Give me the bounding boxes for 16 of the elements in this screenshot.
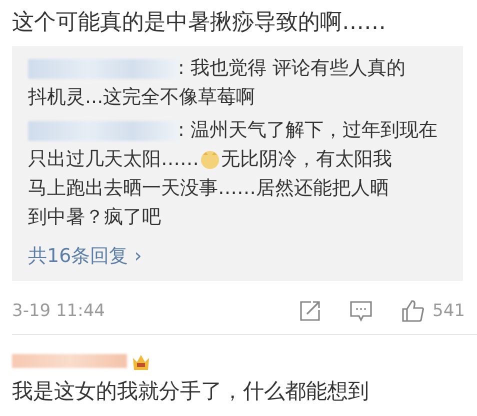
comment-text: 我是这女的我就分手了，什么都能想到 — [11, 378, 370, 405]
reply-text: 到中暑？疯了吧 — [28, 205, 161, 230]
reply-text: : 温州天气了解下，过年到现在 — [178, 118, 438, 143]
timestamp: 3-19 11:44 — [12, 300, 105, 322]
reply-text: 马上跑出去晒一天没事……居然还能把人晒 — [28, 176, 389, 201]
reply-text: 只出过几天太阳…… — [28, 147, 199, 172]
thumbs-up-icon[interactable] — [400, 299, 425, 324]
reply-text: : 我也觉得 评论有些人真的 — [178, 56, 406, 81]
more-replies-link[interactable]: 共16条回复 › — [28, 242, 142, 270]
emoji-icon — [200, 150, 220, 170]
like-count: 541 — [432, 300, 465, 322]
share-icon[interactable] — [298, 300, 321, 322]
reply-text: 无比阴冷，有太阳我 — [221, 147, 392, 172]
reply-text: 抖机灵...这完全不像草莓啊 — [28, 85, 256, 110]
comment-icon[interactable] — [348, 300, 373, 322]
comment-text: 这个可能真的是中暑揪痧导致的啊…… — [11, 9, 387, 37]
